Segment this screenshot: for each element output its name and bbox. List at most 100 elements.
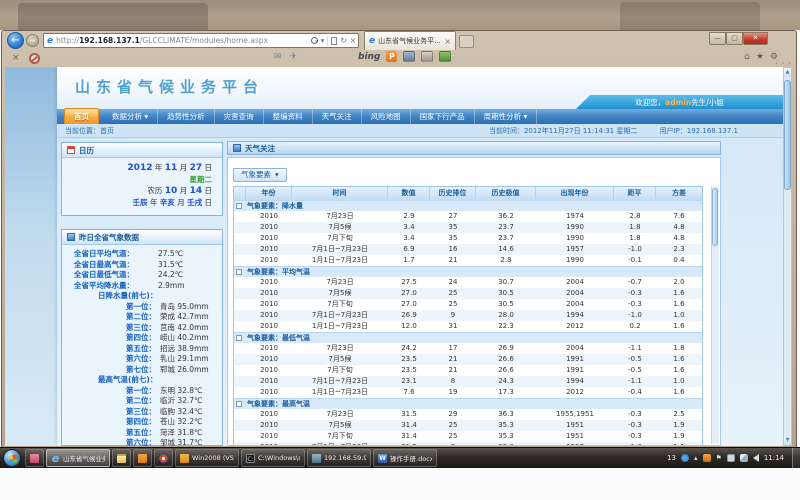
flag-icon[interactable]: ⚑ <box>716 454 722 462</box>
volume-icon[interactable] <box>753 454 759 462</box>
compatibility-icon[interactable] <box>331 37 337 45</box>
column-header: 出现年份 <box>536 187 614 200</box>
table-cell: 35.3 <box>476 420 536 431</box>
rank-value: 招远 38.9mm <box>160 344 209 353</box>
group-checkbox[interactable] <box>236 401 242 407</box>
table-row[interactable]: 20107月23日24.21726.92004-1.11.8 <box>234 343 702 354</box>
table-row[interactable]: 20107月5候3.43523.719901.84.8 <box>234 222 702 233</box>
bing-badge-icon[interactable]: P <box>386 51 397 62</box>
safety-icon[interactable] <box>681 454 689 462</box>
address-bar[interactable]: e http://192.168.137.1/GLCCLIMATE/module… <box>43 33 359 48</box>
nav-item-2[interactable]: 数据分析 ▾ <box>103 109 158 124</box>
table-row[interactable]: 20107月5候27.02530.52004-0.31.6 <box>234 288 702 299</box>
media-app-icon[interactable] <box>25 449 44 467</box>
maximize-button[interactable]: ▢ <box>726 32 743 45</box>
favorites-star-icon[interactable]: ★ <box>756 52 764 62</box>
toolbar-close-icon[interactable]: × <box>12 53 20 63</box>
table-row[interactable]: 20107月1日~7月23日26.9928.01994-1.01.0 <box>234 310 702 321</box>
rdp-window-button[interactable]: 192.168.59.99... <box>307 449 371 467</box>
table-cell: 24 <box>430 277 476 288</box>
browser-tab[interactable]: e 山东省气候业务平... × <box>364 31 456 50</box>
table-row[interactable]: 20107月23日27.52430.72004-0.72.0 <box>234 277 702 288</box>
table-row[interactable]: 20101月1日~7月23日1.7212.81990-0.10.4 <box>234 255 702 266</box>
network-icon[interactable] <box>740 454 748 462</box>
show-desktop-button[interactable] <box>792 448 800 469</box>
nav-item-8[interactable]: 国家下行产品 <box>411 109 475 124</box>
table-row[interactable]: 20101月1日~7月23日12.03122.320120.21.6 <box>234 321 702 332</box>
table-row[interactable]: 20107月5候23.52126.61991-0.51.6 <box>234 354 702 365</box>
panel-scrollbar-thumb[interactable] <box>712 188 718 246</box>
forward-button[interactable]: → <box>26 34 39 47</box>
group-checkbox[interactable] <box>236 203 242 209</box>
element-filter-button[interactable]: 气象要素 ▾ <box>233 168 287 182</box>
table-cell: 35.3 <box>476 431 536 442</box>
table-cell: 1951 <box>536 431 614 442</box>
search-icon[interactable] <box>311 37 318 44</box>
media-player-icon[interactable] <box>154 449 173 467</box>
cell-indent <box>234 288 246 299</box>
close-button[interactable]: ✕ <box>743 32 768 45</box>
group-checkbox[interactable] <box>236 335 242 341</box>
start-button[interactable] <box>3 449 21 467</box>
home-icon[interactable]: ⌂ <box>744 52 750 62</box>
table-cell: 1月1日~7月23日 <box>292 321 388 332</box>
stop-icon[interactable]: × <box>350 36 356 45</box>
table-group-row: 气象要素：平均气温 <box>234 266 702 277</box>
vm-window-button[interactable]: Win2008 (VS2... <box>175 449 239 467</box>
group-checkbox[interactable] <box>236 269 242 275</box>
table-row[interactable]: 20107月1日~7月23日31.5933.01997-1.01.1 <box>234 442 702 447</box>
search-dropdown-icon[interactable]: ▾ <box>321 36 325 45</box>
taskbar-button-label: Win2008 (VS2... <box>192 454 234 462</box>
cmd-window-button[interactable]: C:C:\Windows\s... <box>241 449 305 467</box>
table-row[interactable]: 20107月下旬27.02530.52004-0.31.6 <box>234 299 702 310</box>
explorer-icon[interactable] <box>112 449 131 467</box>
display-icon[interactable] <box>727 454 735 462</box>
table-row[interactable]: 20107月1日~7月23日23.1824.31994-1.11.0 <box>234 376 702 387</box>
messenger-icon[interactable] <box>421 51 433 62</box>
tab-close-icon[interactable]: × <box>443 37 452 46</box>
apps-icon[interactable] <box>439 51 451 62</box>
rank-value: 菏泽 31.8℃ <box>160 428 203 437</box>
table-cell: -0.7 <box>614 277 656 288</box>
bing-logo[interactable]: bing <box>358 52 380 62</box>
scroll-down-arrow[interactable]: ▼ <box>784 436 791 445</box>
table-cell: 21 <box>430 365 476 376</box>
mail-icon[interactable]: ✉ <box>274 52 282 62</box>
app-tray-icon[interactable] <box>703 454 711 462</box>
table-cell: 1994 <box>536 376 614 387</box>
column-header: 距平 <box>614 187 656 200</box>
clock[interactable]: 11:14 <box>764 454 784 462</box>
browser-scrollbar[interactable]: ▲ ▼ <box>783 67 792 446</box>
blocked-icon[interactable] <box>29 53 40 64</box>
table-row[interactable]: 20107月下旬23.52126.61991-0.51.6 <box>234 365 702 376</box>
nav-item-4[interactable]: 灾害查询 <box>215 109 264 124</box>
nav-item-1[interactable]: 首页 <box>64 108 99 125</box>
table-row[interactable]: 20107月23日2.92736.219742.87.6 <box>234 211 702 222</box>
photos-icon[interactable] <box>403 51 415 62</box>
refresh-icon[interactable]: ↻ <box>340 36 346 45</box>
panel-scrollbar[interactable] <box>711 186 719 444</box>
nav-item-3[interactable]: 趋势性分析 <box>158 109 215 124</box>
word-window-button[interactable]: W操作手册.docx ... <box>373 449 437 467</box>
new-tab-button[interactable] <box>459 35 474 48</box>
table-row[interactable]: 20107月1日~7月23日6.91614.61957-1.02.3 <box>234 244 702 255</box>
table-row[interactable]: 20107月下旬3.43523.719901.84.8 <box>234 233 702 244</box>
table-cell: 31.4 <box>388 431 430 442</box>
app-orange-icon[interactable] <box>133 449 152 467</box>
nav-item-9[interactable]: 周期性分析 ▾ <box>475 109 538 124</box>
nav-item-5[interactable]: 整编资料 <box>264 109 313 124</box>
back-button[interactable]: ← <box>7 32 24 49</box>
nav-item-7[interactable]: 风险地图 <box>362 109 411 124</box>
table-row[interactable]: 20107月下旬31.42535.31951-0.31.9 <box>234 431 702 442</box>
nav-item-6[interactable]: 天气关注 <box>313 109 362 124</box>
table-row[interactable]: 20107月5候31.42535.31951-0.31.9 <box>234 420 702 431</box>
ie-taskbar-button[interactable]: e山东省气候业务平... <box>46 449 110 467</box>
table-row[interactable]: 20107月23日31.52936.31955,1951-0.32.5 <box>234 409 702 420</box>
hidden-icons-arrow[interactable]: ▴ <box>694 454 698 462</box>
scrollbar-thumb[interactable] <box>784 80 791 190</box>
scroll-up-arrow[interactable]: ▲ <box>784 68 791 77</box>
table-row[interactable]: 20101月1日~7月23日7.61917.32012-0.41.6 <box>234 387 702 398</box>
send-icon[interactable]: ✈ <box>290 52 298 62</box>
minimize-button[interactable]: — <box>709 32 726 45</box>
table-cell: 7月1日~7月23日 <box>292 442 388 447</box>
